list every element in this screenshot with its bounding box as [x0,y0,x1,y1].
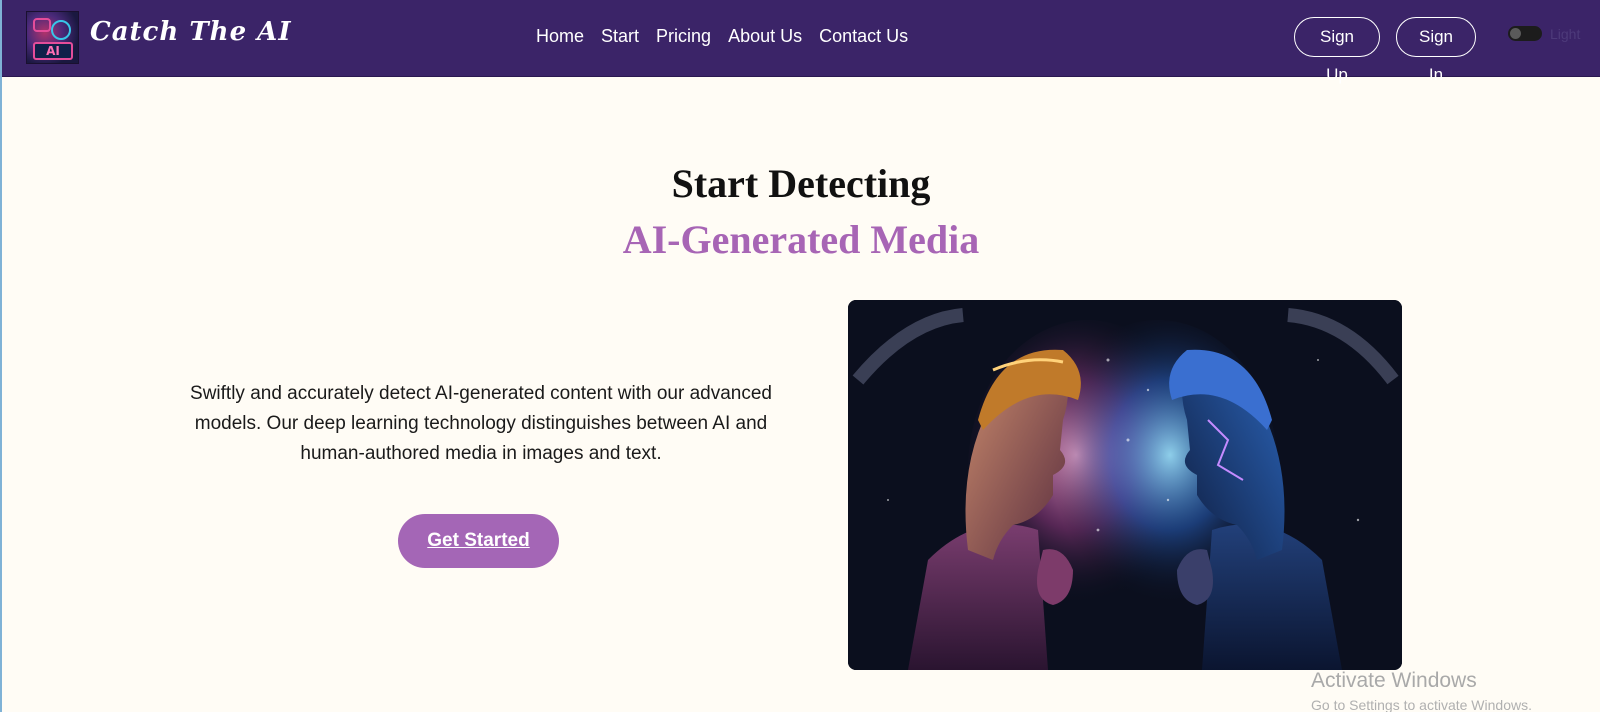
hero-image [848,300,1402,670]
navbar: AI Catch The AI Home Start Pricing About… [2,0,1600,84]
sign-in-button[interactable]: Sign In [1396,17,1476,84]
sign-up-button[interactable]: Sign Up [1294,17,1380,84]
nav-link-about-us[interactable]: About Us [728,26,802,47]
activate-windows-subtitle: Go to Settings to activate Windows. [1311,697,1532,712]
activate-windows-title: Activate Windows [1311,669,1477,692]
nav-link-home[interactable]: Home [536,26,584,47]
get-started-button[interactable]: Get Started [398,514,559,568]
theme-toggle[interactable] [1508,26,1542,41]
main-nav: Home Start Pricing About Us Contact Us [536,26,925,47]
hero-description: Swiftly and accurately detect AI-generat… [190,383,772,464]
logo-icon[interactable]: AI [26,11,79,64]
theme-toggle-label: Light [1550,26,1581,42]
brand-name[interactable]: Catch The AI [90,17,292,47]
nav-link-start[interactable]: Start [601,26,639,47]
nav-link-contact-us[interactable]: Contact Us [819,26,908,47]
nav-link-pricing[interactable]: Pricing [656,26,711,47]
hero-title-line1: Start Detecting [671,161,931,206]
logo-text: AI [33,42,73,60]
toggle-knob [1510,28,1521,39]
two-robot-faces-image [848,300,1402,670]
hero-title-line2: AI-Generated Media [622,217,980,262]
